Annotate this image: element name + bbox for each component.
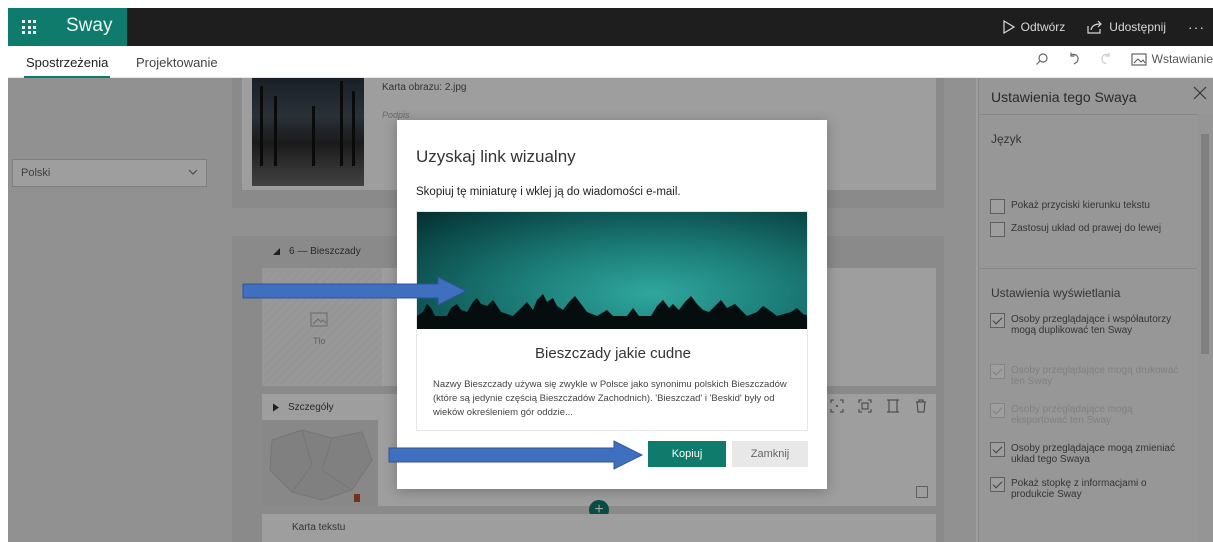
top-actions: Odtwórz Udostępnij ··· xyxy=(1003,8,1213,46)
preview-text: Nazwy Bieszczady używa się zwykle w Pols… xyxy=(433,379,787,418)
tab-design[interactable]: Projektowanie xyxy=(136,55,218,70)
tab-storyline[interactable]: Spostrzeżenia xyxy=(23,55,111,78)
editing-toolbar: Wstawianie xyxy=(1035,52,1213,66)
more-options-button[interactable]: ··· xyxy=(1188,19,1205,35)
insert-label: Wstawianie xyxy=(1151,52,1213,66)
insert-button[interactable]: Wstawianie xyxy=(1131,52,1213,66)
redo-icon xyxy=(1101,52,1110,65)
tab-row: Spostrzeżenia Projektowanie Wstawianie xyxy=(8,46,1213,78)
annotation-arrow-preview xyxy=(242,276,468,306)
play-button[interactable]: Odtwórz xyxy=(1003,20,1066,34)
top-bar: Sway Odtwórz Udostępnij ··· xyxy=(8,8,1213,46)
share-icon xyxy=(1087,20,1103,34)
copy-button[interactable]: Kopiuj xyxy=(648,441,726,467)
app-name: Sway xyxy=(50,8,127,46)
waffle-icon xyxy=(22,20,36,34)
preview-image xyxy=(417,212,807,329)
search-icon xyxy=(1035,53,1048,65)
app-launcher-button[interactable] xyxy=(8,8,50,46)
search-button[interactable] xyxy=(1035,52,1049,66)
undo-button[interactable] xyxy=(1067,52,1081,66)
undo-icon xyxy=(1070,52,1079,65)
insert-image-icon xyxy=(1131,52,1147,66)
play-icon xyxy=(1003,20,1015,34)
play-label: Odtwórz xyxy=(1020,20,1066,34)
close-button[interactable]: Zamknij xyxy=(732,441,808,467)
dialog-description: Skopiuj tę miniaturę i wklej ją do wiado… xyxy=(416,186,681,198)
preview-title: Bieszczady jakie cudne xyxy=(535,345,691,362)
thumbnail-preview[interactable]: Bieszczady jakie cudne Nazwy Bieszczady … xyxy=(416,211,808,431)
dialog-title: Uzyskaj link wizualny xyxy=(416,147,576,166)
redo-button[interactable] xyxy=(1099,52,1113,66)
share-button[interactable]: Udostępnij xyxy=(1087,20,1166,34)
share-label: Udostępnij xyxy=(1109,20,1166,34)
annotation-arrow-copy xyxy=(388,440,644,470)
